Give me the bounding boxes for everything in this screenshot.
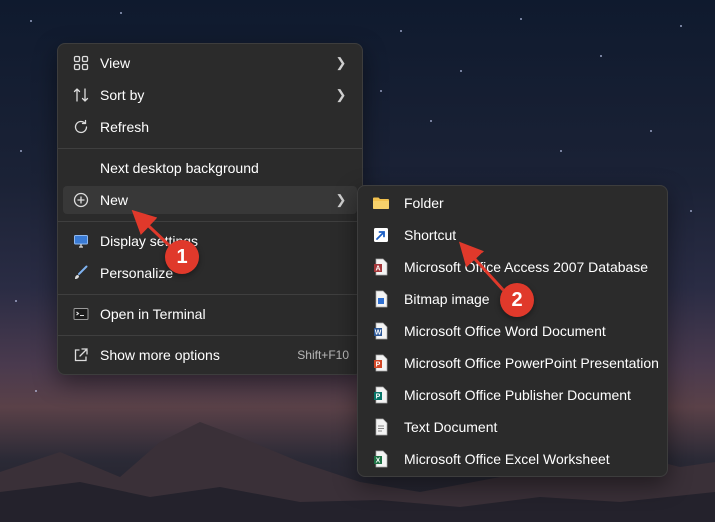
submenu-item-label: Microsoft Office Excel Worksheet [404, 451, 610, 467]
menu-item-show-more-options[interactable]: Show more options Shift+F10 [63, 341, 357, 369]
menu-item-view[interactable]: View ❯ [63, 49, 357, 77]
submenu-item-label: Text Document [404, 419, 498, 435]
submenu-item-publisher-document[interactable]: P Microsoft Office Publisher Document [363, 381, 662, 409]
svg-text:P: P [376, 394, 381, 401]
brush-icon [72, 264, 90, 282]
menu-item-refresh[interactable]: Refresh [63, 113, 357, 141]
text-file-icon [372, 418, 390, 436]
step-1-badge: 1 [165, 240, 199, 274]
menu-item-next-desktop-background[interactable]: Next desktop background [63, 154, 357, 182]
new-submenu: Folder Shortcut A Microsoft Office Acces… [357, 185, 668, 477]
submenu-item-label: Folder [404, 195, 444, 211]
step-2-badge: 2 [500, 283, 534, 317]
grid-icon [72, 54, 90, 72]
svg-text:A: A [375, 266, 380, 273]
menu-separator [58, 221, 362, 222]
menu-separator [58, 294, 362, 295]
submenu-item-label: Microsoft Office Publisher Document [404, 387, 631, 403]
menu-item-label: Personalize [100, 265, 174, 281]
submenu-item-label: Microsoft Office Word Document [404, 323, 606, 339]
share-icon [72, 346, 90, 364]
publisher-file-icon: P [372, 386, 390, 404]
menu-item-label: Open in Terminal [100, 306, 206, 322]
menu-item-label: Next desktop background [100, 160, 259, 176]
sort-icon [72, 86, 90, 104]
menu-item-label: View [100, 55, 131, 71]
submenu-item-label: Microsoft Office PowerPoint Presentation [404, 355, 659, 371]
keyboard-shortcut: Shift+F10 [297, 348, 349, 362]
excel-file-icon: X [372, 450, 390, 468]
display-icon [72, 232, 90, 250]
chevron-right-icon: ❯ [335, 55, 347, 70]
folder-icon [372, 194, 390, 212]
menu-item-display-settings[interactable]: Display settings [63, 227, 357, 255]
access-file-icon: A [372, 258, 390, 276]
menu-item-label: New [100, 192, 129, 208]
plus-circle-icon [72, 191, 90, 209]
desktop-context-menu: View ❯ Sort by ❯ Refresh Next desktop ba… [57, 43, 363, 375]
word-file-icon: W [372, 322, 390, 340]
svg-text:X: X [376, 458, 381, 465]
chevron-right-icon: ❯ [335, 192, 347, 207]
submenu-item-word-document[interactable]: W Microsoft Office Word Document [363, 317, 662, 345]
menu-item-label: Display settings [100, 233, 199, 249]
submenu-item-label: Shortcut [404, 227, 457, 243]
submenu-item-folder[interactable]: Folder [363, 189, 662, 217]
submenu-item-excel-worksheet[interactable]: X Microsoft Office Excel Worksheet [363, 445, 662, 473]
submenu-item-text-document[interactable]: Text Document [363, 413, 662, 441]
menu-item-label: Show more options [100, 347, 220, 363]
svg-text:W: W [375, 330, 382, 337]
submenu-item-label: Bitmap image [404, 291, 490, 307]
menu-item-open-in-terminal[interactable]: Open in Terminal [63, 300, 357, 328]
submenu-item-shortcut[interactable]: Shortcut [363, 221, 662, 249]
submenu-item-powerpoint-presentation[interactable]: P Microsoft Office PowerPoint Presentati… [363, 349, 662, 377]
shortcut-icon [372, 226, 390, 244]
chevron-right-icon: ❯ [335, 87, 347, 102]
terminal-icon [72, 305, 90, 323]
submenu-item-label: Microsoft Office Access 2007 Database [404, 259, 649, 275]
menu-separator [58, 335, 362, 336]
menu-item-new[interactable]: New ❯ [63, 186, 357, 214]
svg-text:P: P [376, 362, 381, 369]
menu-item-label: Refresh [100, 119, 150, 135]
menu-item-sort-by[interactable]: Sort by ❯ [63, 81, 357, 109]
submenu-item-access-database[interactable]: A Microsoft Office Access 2007 Database [363, 253, 662, 281]
bitmap-file-icon [372, 290, 390, 308]
menu-item-personalize[interactable]: Personalize [63, 259, 357, 287]
menu-item-label: Sort by [100, 87, 145, 103]
menu-separator [58, 148, 362, 149]
refresh-icon [72, 118, 90, 136]
powerpoint-file-icon: P [372, 354, 390, 372]
